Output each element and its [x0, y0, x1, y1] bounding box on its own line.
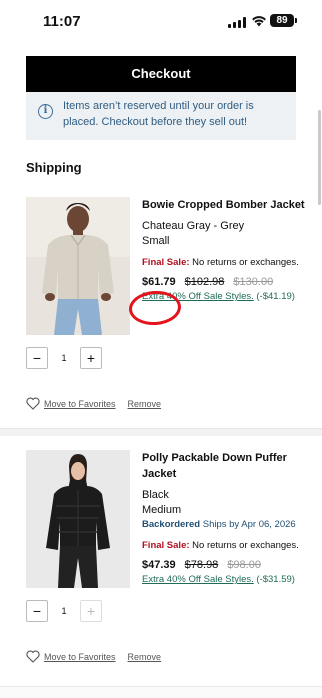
cellular-signal-icon: [228, 17, 246, 28]
heart-icon[interactable]: [26, 650, 40, 663]
original-price: $130.00: [233, 276, 274, 288]
quantity-value: 1: [61, 606, 67, 616]
backorder-status: Backordered Ships by Apr 06, 2026: [142, 518, 312, 532]
promo-amount: (-$31.59): [256, 574, 295, 585]
product-size: Medium: [142, 504, 182, 516]
product-image[interactable]: [26, 197, 130, 335]
promo-amount: (-$41.19): [256, 291, 295, 302]
item-actions: Move to Favorites Remove: [26, 397, 161, 410]
previous-price: $78.98: [184, 559, 219, 571]
scrollbar[interactable]: [318, 110, 321, 205]
heart-icon[interactable]: [26, 397, 40, 410]
quantity-value: 1: [61, 353, 67, 363]
move-to-favorites-link[interactable]: Move to Favorites: [44, 399, 116, 409]
sale-price: $47.39: [142, 559, 176, 571]
decrease-quantity-button[interactable]: −: [26, 600, 48, 622]
decrease-quantity-button[interactable]: −: [26, 347, 48, 369]
battery-icon: 89: [270, 14, 297, 27]
annotation-circle: [127, 289, 183, 327]
final-sale-text: No returns or exchanges.: [192, 257, 299, 268]
remove-link[interactable]: Remove: [128, 652, 162, 662]
status-bar: 11:07 89: [0, 0, 322, 44]
product-name[interactable]: Polly Packable Down Puffer Jacket: [142, 450, 312, 482]
checkout-button[interactable]: Checkout: [26, 56, 296, 92]
move-to-favorites-link[interactable]: Move to Favorites: [44, 652, 116, 662]
quantity-stepper: − 1 +: [26, 347, 102, 369]
final-sale-note: Final Sale: No returns or exchanges.: [142, 256, 312, 270]
final-sale-label: Final Sale:: [142, 540, 190, 551]
ship-date: Ships by Apr 06, 2026: [202, 519, 296, 530]
item-actions: Move to Favorites Remove: [26, 650, 161, 663]
notice-text: Items aren’t reserved until your order i…: [63, 100, 254, 128]
final-sale-text: No returns or exchanges.: [192, 540, 299, 551]
product-image[interactable]: [26, 450, 130, 588]
backorder-label: Backordered: [142, 519, 201, 530]
wifi-icon: [252, 16, 266, 27]
bottom-edge: [0, 686, 322, 698]
product-size: Small: [142, 235, 170, 247]
info-icon: i: [38, 104, 53, 119]
sale-price: $61.79: [142, 276, 176, 288]
promo-line: Extra 40% Off Sale Styles. (-$31.59): [142, 574, 312, 585]
product-name[interactable]: Bowie Cropped Bomber Jacket: [142, 197, 312, 213]
original-price: $98.00: [227, 559, 261, 571]
increase-quantity-button[interactable]: +: [80, 347, 102, 369]
quantity-stepper: − 1 +: [26, 600, 102, 622]
increase-quantity-button[interactable]: +: [80, 600, 102, 622]
remove-link[interactable]: Remove: [128, 399, 162, 409]
final-sale-note: Final Sale: No returns or exchanges.: [142, 539, 312, 553]
product-color: Chateau Gray - Grey: [142, 220, 245, 232]
section-title: Shipping: [26, 160, 82, 175]
clock: 11:07: [43, 13, 81, 30]
product-color: Black: [142, 489, 169, 501]
previous-price: $102.98: [184, 276, 225, 288]
reservation-notice: i Items aren’t reserved until your order…: [26, 92, 296, 140]
price-row: $61.79 $102.98 $130.00: [142, 276, 312, 288]
final-sale-label: Final Sale:: [142, 257, 190, 268]
price-row: $47.39 $78.98 $98.00: [142, 559, 312, 571]
promo-link[interactable]: Extra 40% Off Sale Styles.: [142, 574, 254, 585]
section-divider: [0, 428, 322, 436]
